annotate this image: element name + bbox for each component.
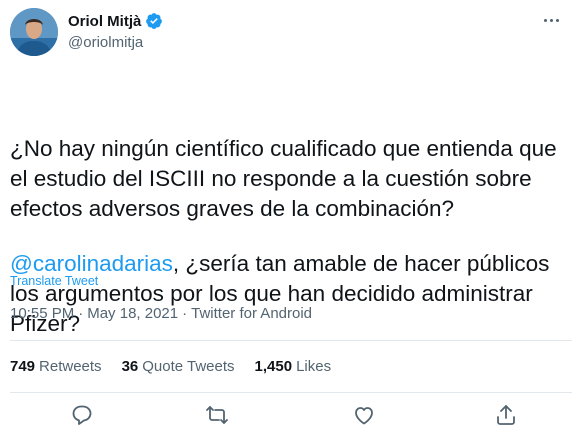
tweet-paragraph-2: @carolinadarias, ¿sería tan amable de ha… <box>10 249 570 339</box>
author-name[interactable]: Oriol Mitjà <box>68 13 141 30</box>
avatar[interactable] <box>10 8 58 56</box>
tweet-card: Oriol Mitjà @oriolmitja ¿No hay ningún c… <box>0 0 582 437</box>
likes-stat[interactable]: 1,450 Likes <box>255 358 332 375</box>
tweet-meta: 10:55 PM · May 18, 2021 · Twitter for An… <box>10 305 312 322</box>
verified-badge-icon <box>145 12 163 30</box>
meta-separator: · <box>182 305 188 322</box>
tweet-date[interactable]: May 18, 2021 <box>87 305 178 322</box>
translate-tweet-link[interactable]: Translate Tweet <box>10 274 98 288</box>
tweet-source[interactable]: Twitter for Android <box>191 305 312 322</box>
share-icon[interactable] <box>494 403 518 427</box>
tweet-paragraph-1: ¿No hay ningún científico cualificado qu… <box>10 136 563 221</box>
meta-separator: · <box>78 305 84 322</box>
tweet-text: ¿No hay ningún científico cualificado qu… <box>10 74 570 399</box>
retweet-icon[interactable] <box>205 403 229 427</box>
like-icon[interactable] <box>352 403 376 427</box>
divider <box>10 392 572 393</box>
author-handle[interactable]: @oriolmitja <box>68 34 163 51</box>
tweet-stats: 749 Retweets 36 Quote Tweets 1,450 Likes <box>10 358 331 375</box>
retweets-stat[interactable]: 749 Retweets <box>10 358 102 375</box>
divider <box>10 340 572 341</box>
more-icon[interactable] <box>536 10 566 30</box>
quote-tweets-stat[interactable]: 36 Quote Tweets <box>122 358 235 375</box>
reply-icon[interactable] <box>70 403 94 427</box>
author-info: Oriol Mitjà @oriolmitja <box>68 11 163 51</box>
tweet-header: Oriol Mitjà @oriolmitja <box>10 8 570 58</box>
mention-link[interactable]: @carolinadarias <box>10 251 173 276</box>
tweet-actions <box>0 398 582 432</box>
tweet-time[interactable]: 10:55 PM <box>10 305 74 322</box>
